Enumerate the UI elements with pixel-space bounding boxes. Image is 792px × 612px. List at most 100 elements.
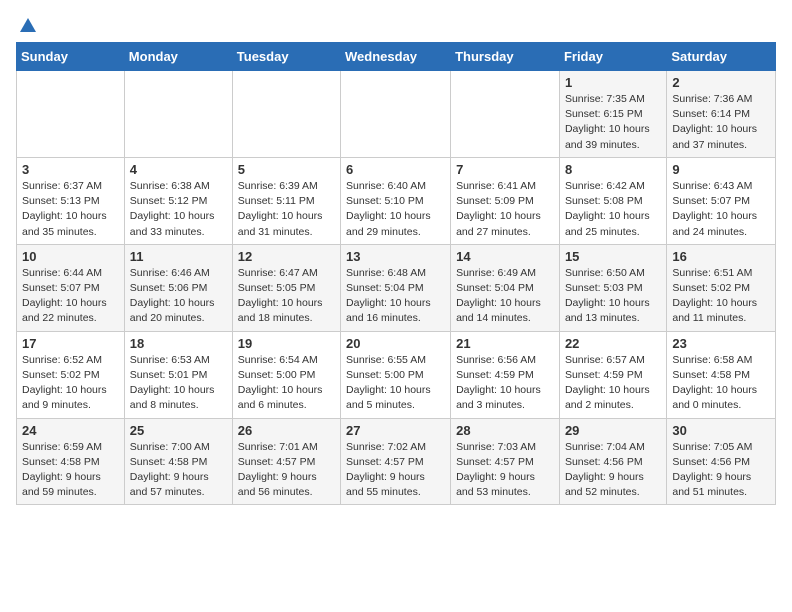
day-info: Sunrise: 6:58 AMSunset: 4:58 PMDaylight:…	[672, 353, 770, 414]
day-number: 23	[672, 336, 770, 351]
day-number: 3	[22, 162, 119, 177]
day-number: 6	[346, 162, 445, 177]
calendar-cell: 3 Sunrise: 6:37 AMSunset: 5:13 PMDaylight…	[17, 157, 125, 244]
day-info: Sunrise: 7:04 AMSunset: 4:56 PMDaylight:…	[565, 440, 661, 501]
calendar-cell: 28 Sunrise: 7:03 AMSunset: 4:57 PMDayligh…	[451, 418, 560, 505]
day-number: 17	[22, 336, 119, 351]
calendar-cell: 14 Sunrise: 6:49 AMSunset: 5:04 PMDayligh…	[451, 244, 560, 331]
day-number: 5	[238, 162, 335, 177]
calendar-cell	[17, 71, 125, 158]
day-info: Sunrise: 6:53 AMSunset: 5:01 PMDaylight:…	[130, 353, 227, 414]
calendar-cell: 19 Sunrise: 6:54 AMSunset: 5:00 PMDayligh…	[232, 331, 340, 418]
calendar-cell: 27 Sunrise: 7:02 AMSunset: 4:57 PMDayligh…	[341, 418, 451, 505]
day-number: 22	[565, 336, 661, 351]
calendar-cell: 16 Sunrise: 6:51 AMSunset: 5:02 PMDayligh…	[667, 244, 776, 331]
calendar-cell: 25 Sunrise: 7:00 AMSunset: 4:58 PMDayligh…	[124, 418, 232, 505]
day-of-week-header: Thursday	[451, 43, 560, 71]
logo	[16, 16, 38, 34]
calendar-cell: 17Sunrise: 6:52 AMSunset: 5:02 PMDayligh…	[17, 331, 125, 418]
day-of-week-header: Sunday	[17, 43, 125, 71]
day-info: Sunrise: 6:42 AMSunset: 5:08 PMDaylight:…	[565, 179, 661, 240]
day-number: 26	[238, 423, 335, 438]
day-number: 2	[672, 75, 770, 90]
calendar-week-row: 24 Sunrise: 6:59 AMSunset: 4:58 PMDayligh…	[17, 418, 776, 505]
day-number: 7	[456, 162, 554, 177]
calendar-cell: 22 Sunrise: 6:57 AMSunset: 4:59 PMDayligh…	[559, 331, 666, 418]
calendar-week-row: 10Sunrise: 6:44 AMSunset: 5:07 PMDayligh…	[17, 244, 776, 331]
day-info: Sunrise: 7:03 AMSunset: 4:57 PMDaylight:…	[456, 440, 554, 501]
calendar-cell: 26 Sunrise: 7:01 AMSunset: 4:57 PMDayligh…	[232, 418, 340, 505]
day-info: Sunrise: 6:57 AMSunset: 4:59 PMDaylight:…	[565, 353, 661, 414]
calendar-cell: 29Sunrise: 7:04 AMSunset: 4:56 PMDayligh…	[559, 418, 666, 505]
day-of-week-header: Tuesday	[232, 43, 340, 71]
day-info: Sunrise: 6:55 AMSunset: 5:00 PMDaylight:…	[346, 353, 445, 414]
day-of-week-header: Monday	[124, 43, 232, 71]
day-number: 27	[346, 423, 445, 438]
day-info: Sunrise: 6:39 AMSunset: 5:11 PMDaylight:…	[238, 179, 335, 240]
day-number: 13	[346, 249, 445, 264]
day-number: 1	[565, 75, 661, 90]
day-of-week-header: Saturday	[667, 43, 776, 71]
day-info: Sunrise: 6:43 AMSunset: 5:07 PMDaylight:…	[672, 179, 770, 240]
day-number: 16	[672, 249, 770, 264]
calendar-cell	[232, 71, 340, 158]
day-number: 14	[456, 249, 554, 264]
day-info: Sunrise: 7:36 AMSunset: 6:14 PMDaylight:…	[672, 92, 770, 153]
calendar-cell: 20 Sunrise: 6:55 AMSunset: 5:00 PMDayligh…	[341, 331, 451, 418]
calendar-cell: 23 Sunrise: 6:58 AMSunset: 4:58 PMDayligh…	[667, 331, 776, 418]
day-of-week-header: Friday	[559, 43, 666, 71]
calendar-table: SundayMondayTuesdayWednesdayThursdayFrid…	[16, 42, 776, 505]
calendar-cell: 9 Sunrise: 6:43 AMSunset: 5:07 PMDaylight…	[667, 157, 776, 244]
day-number: 20	[346, 336, 445, 351]
page-header	[16, 16, 776, 34]
day-number: 25	[130, 423, 227, 438]
day-info: Sunrise: 6:51 AMSunset: 5:02 PMDaylight:…	[672, 266, 770, 327]
calendar-cell: 15Sunrise: 6:50 AMSunset: 5:03 PMDayligh…	[559, 244, 666, 331]
calendar-header-row: SundayMondayTuesdayWednesdayThursdayFrid…	[17, 43, 776, 71]
day-info: Sunrise: 6:41 AMSunset: 5:09 PMDaylight:…	[456, 179, 554, 240]
day-number: 21	[456, 336, 554, 351]
calendar-cell: 1 Sunrise: 7:35 AMSunset: 6:15 PMDaylight…	[559, 71, 666, 158]
day-number: 28	[456, 423, 554, 438]
calendar-cell: 10Sunrise: 6:44 AMSunset: 5:07 PMDayligh…	[17, 244, 125, 331]
day-number: 12	[238, 249, 335, 264]
day-number: 30	[672, 423, 770, 438]
calendar-cell: 12 Sunrise: 6:47 AMSunset: 5:05 PMDayligh…	[232, 244, 340, 331]
day-info: Sunrise: 6:47 AMSunset: 5:05 PMDaylight:…	[238, 266, 335, 327]
day-info: Sunrise: 6:49 AMSunset: 5:04 PMDaylight:…	[456, 266, 554, 327]
day-info: Sunrise: 6:54 AMSunset: 5:00 PMDaylight:…	[238, 353, 335, 414]
day-number: 4	[130, 162, 227, 177]
day-info: Sunrise: 6:46 AMSunset: 5:06 PMDaylight:…	[130, 266, 227, 327]
day-info: Sunrise: 6:37 AMSunset: 5:13 PMDaylight:…	[22, 179, 119, 240]
calendar-cell: 30 Sunrise: 7:05 AMSunset: 4:56 PMDayligh…	[667, 418, 776, 505]
day-info: Sunrise: 7:05 AMSunset: 4:56 PMDaylight:…	[672, 440, 770, 501]
day-info: Sunrise: 7:02 AMSunset: 4:57 PMDaylight:…	[346, 440, 445, 501]
day-number: 9	[672, 162, 770, 177]
calendar-cell: 6 Sunrise: 6:40 AMSunset: 5:10 PMDaylight…	[341, 157, 451, 244]
calendar-cell: 21Sunrise: 6:56 AMSunset: 4:59 PMDayligh…	[451, 331, 560, 418]
day-info: Sunrise: 7:01 AMSunset: 4:57 PMDaylight:…	[238, 440, 335, 501]
calendar-cell: 8 Sunrise: 6:42 AMSunset: 5:08 PMDaylight…	[559, 157, 666, 244]
day-number: 18	[130, 336, 227, 351]
calendar-week-row: 1 Sunrise: 7:35 AMSunset: 6:15 PMDaylight…	[17, 71, 776, 158]
day-info: Sunrise: 6:59 AMSunset: 4:58 PMDaylight:…	[22, 440, 119, 501]
day-of-week-header: Wednesday	[341, 43, 451, 71]
calendar-cell	[341, 71, 451, 158]
day-info: Sunrise: 6:48 AMSunset: 5:04 PMDaylight:…	[346, 266, 445, 327]
day-number: 24	[22, 423, 119, 438]
day-number: 8	[565, 162, 661, 177]
day-info: Sunrise: 6:44 AMSunset: 5:07 PMDaylight:…	[22, 266, 119, 327]
calendar-cell	[451, 71, 560, 158]
calendar-week-row: 17Sunrise: 6:52 AMSunset: 5:02 PMDayligh…	[17, 331, 776, 418]
day-number: 19	[238, 336, 335, 351]
calendar-cell: 11Sunrise: 6:46 AMSunset: 5:06 PMDayligh…	[124, 244, 232, 331]
calendar-week-row: 3 Sunrise: 6:37 AMSunset: 5:13 PMDaylight…	[17, 157, 776, 244]
day-number: 15	[565, 249, 661, 264]
day-info: Sunrise: 6:40 AMSunset: 5:10 PMDaylight:…	[346, 179, 445, 240]
calendar-cell: 4Sunrise: 6:38 AMSunset: 5:12 PMDaylight…	[124, 157, 232, 244]
day-info: Sunrise: 7:00 AMSunset: 4:58 PMDaylight:…	[130, 440, 227, 501]
calendar-cell: 18 Sunrise: 6:53 AMSunset: 5:01 PMDayligh…	[124, 331, 232, 418]
calendar-cell: 5 Sunrise: 6:39 AMSunset: 5:11 PMDaylight…	[232, 157, 340, 244]
day-info: Sunrise: 7:35 AMSunset: 6:15 PMDaylight:…	[565, 92, 661, 153]
calendar-cell: 7 Sunrise: 6:41 AMSunset: 5:09 PMDaylight…	[451, 157, 560, 244]
